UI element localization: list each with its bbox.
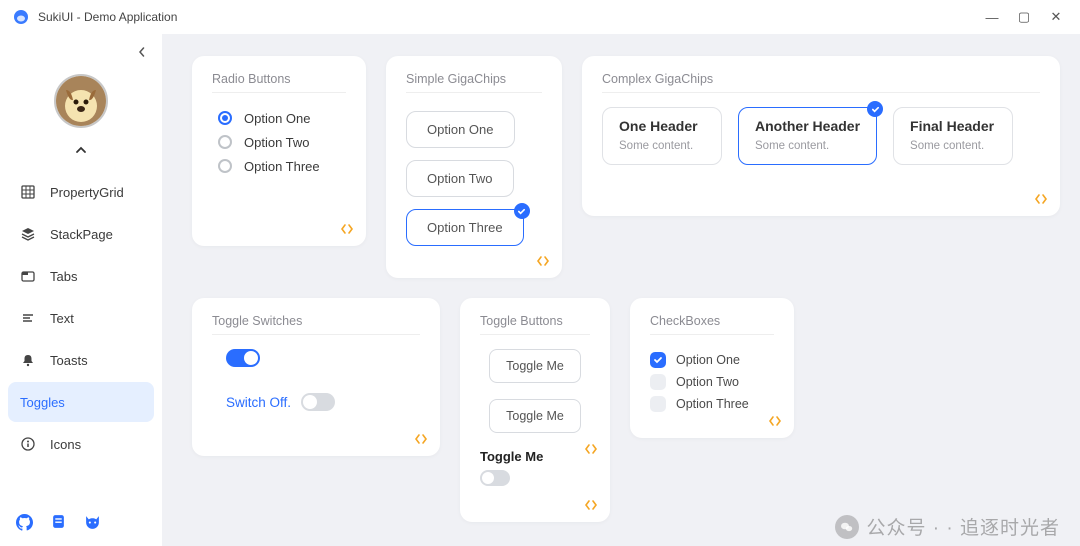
card-title: CheckBoxes xyxy=(650,314,774,328)
card-toggle-buttons: Toggle Buttons Toggle Me Toggle Me Toggl… xyxy=(460,298,610,522)
window-title: SukiUI - Demo Application xyxy=(38,10,177,24)
main-content: Radio Buttons Option One Option Two Opti… xyxy=(162,34,1080,546)
text-icon xyxy=(20,311,36,325)
stack-icon xyxy=(20,227,36,241)
check-badge-icon xyxy=(867,101,883,117)
switch-off-label: Switch Off. xyxy=(226,395,291,410)
checkbox-checked-icon xyxy=(650,352,666,368)
minimize-button[interactable]: — xyxy=(976,6,1008,28)
code-icon[interactable] xyxy=(582,440,600,458)
close-button[interactable]: ✕ xyxy=(1040,6,1072,28)
card-toggle-switches: Toggle Switches Switch Off. xyxy=(192,298,440,456)
card-title: Toggle Switches xyxy=(212,314,420,328)
card-title: Simple GigaChips xyxy=(406,72,542,86)
code-icon[interactable] xyxy=(534,252,552,270)
nav-label: Toggles xyxy=(20,395,65,410)
card-simple-gigachips: Simple GigaChips Option One Option Two O… xyxy=(386,56,562,278)
sidebar: PropertyGrid StackPage Tabs Text Toasts … xyxy=(0,34,162,546)
toggle-button-3-switch[interactable] xyxy=(480,470,510,486)
checkbox-option-two[interactable]: Option Two xyxy=(650,371,774,393)
card-complex-gigachips: Complex GigaChips One Header Some conten… xyxy=(582,56,1060,216)
toggle-button-3-label: Toggle Me xyxy=(480,449,543,464)
card-checkboxes: CheckBoxes Option One Option Two Option … xyxy=(630,298,794,438)
code-icon[interactable] xyxy=(582,496,600,514)
checkbox-unchecked-icon xyxy=(650,396,666,412)
cat-icon[interactable] xyxy=(84,514,101,536)
avatar xyxy=(54,74,108,128)
nav-item-text[interactable]: Text xyxy=(8,298,154,338)
nav-item-tabs[interactable]: Tabs xyxy=(8,256,154,296)
nav-label: Text xyxy=(50,311,74,326)
checkbox-option-three[interactable]: Option Three xyxy=(650,393,774,415)
info-icon xyxy=(20,437,36,451)
checkbox-option-one[interactable]: Option One xyxy=(650,349,774,371)
code-icon[interactable] xyxy=(1032,190,1050,208)
nav-label: PropertyGrid xyxy=(50,185,124,200)
nav-label: Tabs xyxy=(50,269,77,284)
nav-item-stackpage[interactable]: StackPage xyxy=(8,214,154,254)
toggle-button-1[interactable]: Toggle Me xyxy=(489,349,581,383)
gigachip-one-header[interactable]: One Header Some content. xyxy=(602,107,722,165)
chip-option-three[interactable]: Option Three xyxy=(406,209,524,246)
code-icon[interactable] xyxy=(766,412,784,430)
code-icon[interactable] xyxy=(412,430,430,448)
toggle-button-2[interactable]: Toggle Me xyxy=(489,399,581,433)
card-title: Complex GigaChips xyxy=(602,72,1040,86)
radio-option-two[interactable]: Option Two xyxy=(218,131,346,153)
wechat-icon xyxy=(835,515,859,539)
gigachip-another-header[interactable]: Another Header Some content. xyxy=(738,107,877,165)
nav-label: Toasts xyxy=(50,353,88,368)
card-title: Toggle Buttons xyxy=(480,314,590,328)
bell-icon xyxy=(20,353,36,367)
radio-option-one[interactable]: Option One xyxy=(218,107,346,129)
checkbox-unchecked-icon xyxy=(650,374,666,390)
scroll-nav-up-button[interactable] xyxy=(69,142,93,158)
github-icon[interactable] xyxy=(16,514,33,536)
nav-label: Icons xyxy=(50,437,81,452)
chip-option-two[interactable]: Option Two xyxy=(406,160,514,197)
nav-list: PropertyGrid StackPage Tabs Text Toasts … xyxy=(8,170,154,466)
nav-item-toasts[interactable]: Toasts xyxy=(8,340,154,380)
docs-icon[interactable] xyxy=(51,514,66,536)
toggle-switch-1[interactable] xyxy=(226,349,260,367)
collapse-sidebar-button[interactable] xyxy=(130,40,154,64)
check-badge-icon xyxy=(514,203,530,219)
code-icon[interactable] xyxy=(338,220,356,238)
radio-option-three[interactable]: Option Three xyxy=(218,155,346,177)
watermark: 公众号 · · 追逐时光者 xyxy=(835,513,1061,540)
radio-checked-icon xyxy=(218,111,232,125)
card-radio-buttons: Radio Buttons Option One Option Two Opti… xyxy=(192,56,366,246)
chip-option-one[interactable]: Option One xyxy=(406,111,515,148)
nav-item-propertygrid[interactable]: PropertyGrid xyxy=(8,172,154,212)
grid-icon xyxy=(20,185,36,199)
gigachip-final-header[interactable]: Final Header Some content. xyxy=(893,107,1013,165)
app-logo-icon xyxy=(12,8,30,26)
tab-icon xyxy=(20,269,36,283)
card-title: Radio Buttons xyxy=(212,72,346,86)
nav-label: StackPage xyxy=(50,227,113,242)
toggle-switch-2[interactable] xyxy=(301,393,335,411)
nav-item-toggles[interactable]: Toggles xyxy=(8,382,154,422)
radio-unchecked-icon xyxy=(218,135,232,149)
nav-item-icons[interactable]: Icons xyxy=(8,424,154,464)
radio-unchecked-icon xyxy=(218,159,232,173)
maximize-button[interactable]: ▢ xyxy=(1008,6,1040,28)
titlebar: SukiUI - Demo Application — ▢ ✕ xyxy=(0,0,1080,34)
